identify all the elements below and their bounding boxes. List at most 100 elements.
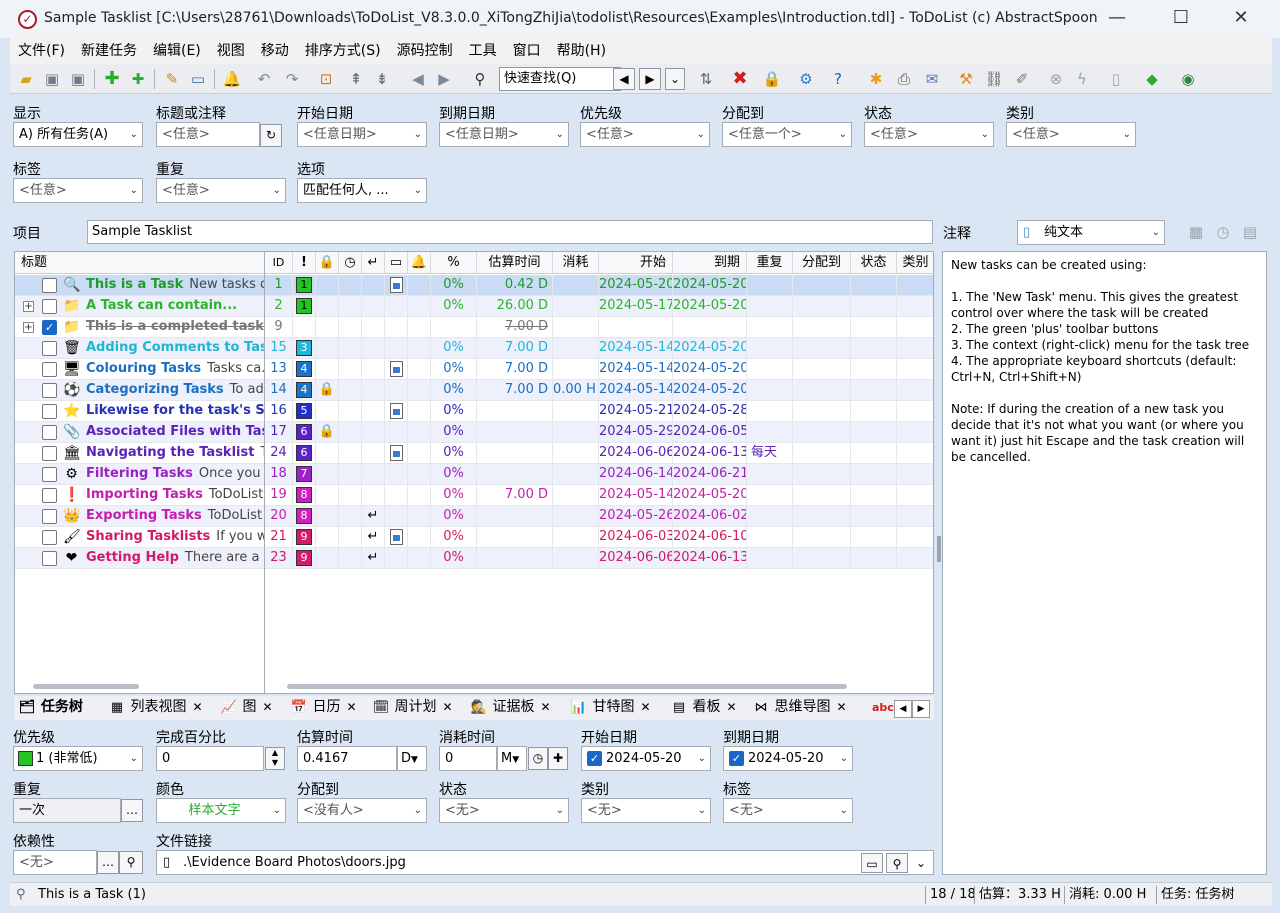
menu-tools[interactable]: 工具 (461, 38, 505, 64)
prop-estimate-unit[interactable]: D▼ (397, 746, 427, 771)
task-row[interactable]: 📎 Associated Files with Tasks176 🔒 0% 2024-0… (15, 422, 933, 443)
task-title[interactable]: Categorizing TasksTo ad... (86, 380, 264, 400)
expand-toggle[interactable]: + (23, 322, 34, 333)
timestamp-icon[interactable]: ◷ (1213, 222, 1233, 242)
status-filter-combo[interactable]: <任意> ⌄ (864, 122, 994, 147)
file-link-icon[interactable]: ▭ (385, 252, 408, 274)
chevron-down-icon[interactable]: ⌄ (912, 853, 930, 873)
assigned-filter-combo[interactable]: <任意一个> ⌄ (722, 122, 852, 147)
priority-badge[interactable]: 1 (296, 298, 312, 314)
tab-view-2[interactable]: 📈 图 ✕ (220, 696, 273, 720)
dependency-icon[interactable]: ↵ (362, 252, 385, 274)
tab-view-5[interactable]: 🕵 证据板 ✕ (470, 696, 551, 720)
new-subtask-icon[interactable]: ✚ (128, 69, 148, 89)
priority-badge[interactable]: 5 (296, 403, 312, 419)
task-checkbox[interactable] (42, 404, 57, 419)
prop-color-combo[interactable]: 样本文字 ⌄ (156, 798, 286, 823)
menu-edit[interactable]: 编辑(E) (145, 38, 209, 64)
file-link-icon[interactable] (389, 277, 403, 293)
calendar-icon[interactable]: ▦ (1186, 222, 1206, 242)
prop-start-date[interactable]: ✓ 2024-05-20 ⌄ (581, 746, 711, 771)
task-row[interactable]: 🖌 Sharing TasklistsIf you w...219 ↵ 0% 2024-… (15, 527, 933, 548)
close-tab-icon[interactable]: ✕ (262, 700, 272, 714)
bell-icon[interactable]: 🔔 (222, 69, 242, 89)
task-row[interactable]: 👑 Exporting TasksToDoList ...208 ↵ 0% 2024-0… (15, 506, 933, 527)
dependency-icon[interactable]: ↵ (368, 508, 379, 523)
close-button[interactable]: ✕ (1218, 2, 1264, 36)
task-row[interactable]: ⚽ Categorizing TasksTo ad...144 🔒 0%7.00 D0… (15, 380, 933, 401)
task-checkbox[interactable] (42, 467, 57, 482)
browse-folder-icon[interactable]: ▭ (861, 853, 883, 873)
lock-icon[interactable]: 🔒 (316, 252, 339, 274)
task-title[interactable]: This is a TaskNew tasks c... (86, 275, 264, 295)
undo-icon[interactable]: ↶ (254, 69, 274, 89)
tag-icon[interactable]: ◆ (1142, 69, 1162, 89)
edit-pencil-icon[interactable]: ✎ (162, 69, 182, 89)
cancel-circle-icon[interactable]: ⊗ (1046, 69, 1066, 89)
tab-view-0[interactable]: 🗂 任务树 (18, 696, 83, 720)
tags-filter-combo[interactable]: <任意> ⌄ (13, 178, 143, 203)
column-assigned[interactable]: 分配到 (793, 252, 851, 274)
menu-help[interactable]: 帮助(H) (549, 38, 614, 64)
priority-filter-combo[interactable]: <任意> ⌄ (580, 122, 710, 147)
close-tab-icon[interactable]: ✕ (726, 700, 736, 714)
column-spent[interactable]: 消耗 (553, 252, 599, 274)
notes-text[interactable]: New tasks can be created using: 1. The '… (942, 251, 1267, 875)
priority-badge[interactable]: 3 (296, 340, 312, 356)
prop-priority-combo[interactable]: 1 (非常低) ⌄ (13, 746, 143, 771)
globe-icon[interactable]: ◉ (1178, 69, 1198, 89)
arrow-right-icon[interactable]: ▶ (434, 69, 454, 89)
column-status[interactable]: 状态 (851, 252, 897, 274)
mail-icon[interactable]: ✉ (922, 69, 942, 89)
column-due[interactable]: 到期 (673, 252, 747, 274)
menu-sort[interactable]: 排序方式(S) (297, 38, 389, 64)
due-filter-combo[interactable]: <任意日期> ⌄ (439, 122, 569, 147)
priority-badge[interactable]: 6 (296, 445, 312, 461)
dependency-icon[interactable]: ↵ (368, 529, 379, 544)
tab-view-3[interactable]: 📅 日历 ✕ (290, 696, 357, 720)
notes-format-combo[interactable]: ▯ 纯文本 ⌄ (1017, 220, 1165, 245)
task-title[interactable]: Adding Comments to Tasks (86, 338, 264, 358)
scroll-icon[interactable]: ▯ (1106, 69, 1126, 89)
task-title[interactable]: Likewise for the task's St... (86, 401, 264, 421)
tab-scroll-arrows[interactable]: abc ◀ ▶ (872, 696, 930, 720)
help-icon[interactable]: ? (828, 69, 848, 89)
task-row[interactable]: 🔍This is a TaskNew tasks c...110%0.42 D2… (15, 275, 933, 296)
insert-icon[interactable]: ▤ (1240, 222, 1260, 242)
reminder-bell-icon[interactable]: 🔔 (408, 252, 431, 274)
quick-find-dropdown-icon[interactable]: ⌄ (665, 68, 685, 90)
show-combo[interactable]: A) 所有任务(A) ⌄ (13, 122, 143, 147)
quick-find-prev-button[interactable]: ◀ (613, 68, 635, 90)
brush-icon[interactable]: ✐ (1012, 69, 1032, 89)
expand-toggle[interactable]: + (23, 301, 34, 312)
priority-badge[interactable]: 9 (296, 529, 312, 545)
task-checkbox[interactable] (42, 425, 57, 440)
dependency-more-button[interactable]: … (97, 851, 119, 874)
arrow-left-icon[interactable]: ◀ (408, 69, 428, 89)
quick-find-next-button[interactable]: ▶ (639, 68, 661, 90)
card-icon[interactable]: ▭ (188, 69, 208, 89)
prop-estimate-input[interactable]: 0.4167 (297, 746, 397, 771)
move-up-icon[interactable]: ⇞ (346, 69, 366, 89)
prop-due-date[interactable]: ✓ 2024-05-20 ⌄ (723, 746, 853, 771)
priority-badge[interactable]: 4 (296, 361, 312, 377)
task-title[interactable]: Sharing TasklistsIf you w... (86, 527, 264, 547)
task-title[interactable]: Importing TasksToDoList ... (86, 485, 264, 505)
priority-badge[interactable]: 4 (296, 382, 312, 398)
gear-icon[interactable]: ⚙ (796, 69, 816, 89)
save-all-icon[interactable]: ▣ (68, 69, 88, 89)
prop-assigned-combo[interactable]: <没有人> ⌄ (297, 798, 427, 823)
tab-view-6[interactable]: 📊 甘特图 ✕ (570, 696, 651, 720)
asterisk-icon[interactable]: ✱ (866, 69, 886, 89)
priority-badge[interactable]: 8 (296, 508, 312, 524)
sort-icon[interactable]: ⇅ (696, 69, 716, 89)
task-title[interactable]: A Task can contain... (86, 296, 243, 316)
title-filter-input[interactable]: <任意> (156, 122, 260, 147)
timer-clock-icon[interactable]: ◷ (528, 747, 548, 770)
prop-spent-input[interactable]: 0 (439, 746, 497, 771)
options-filter-combo[interactable]: 匹配任何人, ... ⌄ (297, 178, 427, 203)
prop-recur-input[interactable]: 一次 (13, 798, 121, 823)
task-checkbox[interactable] (42, 341, 57, 356)
menu-view[interactable]: 视图 (209, 38, 253, 64)
priority-badge[interactable]: 8 (296, 487, 312, 503)
